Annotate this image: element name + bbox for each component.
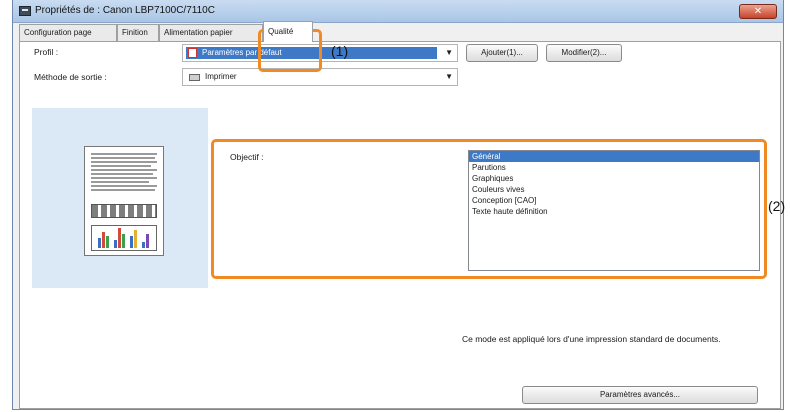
tab-alimentation-papier[interactable]: Alimentation papier [159,24,263,41]
mini-bar [106,236,109,248]
add-profile-button[interactable]: Ajouter(1)... [466,44,538,62]
text-line [91,177,157,179]
tab-finition[interactable]: Finition [117,24,159,41]
printer-icon [19,6,31,16]
mini-bar [122,234,125,248]
text-line [91,161,157,163]
callout-1-label: (1) [331,43,349,59]
mini-bar [102,232,105,248]
tab-configuration-page[interactable]: Configuration page [19,24,117,41]
mini-bar [114,240,117,248]
text-line [91,173,153,175]
advanced-settings-button[interactable]: Paramètres avancés... [522,386,758,404]
edit-profile-button[interactable]: Modifier(2)... [546,44,622,62]
profile-document-icon [188,48,197,58]
mini-bar [130,236,133,248]
mini-bar [98,238,101,248]
mini-bar [134,230,137,248]
callout-2-label: (2) [768,198,786,214]
mode-description: Ce mode est appliqué lors d'une impressi… [462,334,721,344]
close-button[interactable]: ✕ [739,4,777,19]
output-method-value: Imprimer [205,72,237,81]
tab-qualite[interactable]: Qualité [263,21,313,42]
mini-chart-preview [91,225,157,251]
output-method-label: Méthode de sortie : [34,72,107,82]
chevron-down-icon: ▼ [445,48,453,57]
text-line [91,165,151,167]
layout-preview [32,108,208,288]
text-line [91,181,149,183]
mini-bar [142,242,145,248]
profile-label: Profil : [34,47,59,57]
callout-2-highlight [211,139,767,279]
mini-bar [146,234,149,248]
mini-bar [118,228,121,248]
text-line [91,169,157,171]
title-bar[interactable]: Propriétés de : Canon LBP7100C/7110C ✕ [13,0,783,23]
chevron-down-icon: ▼ [445,72,453,81]
printer-output-icon [189,74,200,81]
text-line [91,185,157,187]
text-line [91,153,157,155]
page-preview [84,146,164,256]
text-line [91,157,155,159]
window-title: Propriétés de : Canon LBP7100C/7110C [35,5,215,16]
table-preview [91,204,157,218]
text-line [91,189,155,191]
